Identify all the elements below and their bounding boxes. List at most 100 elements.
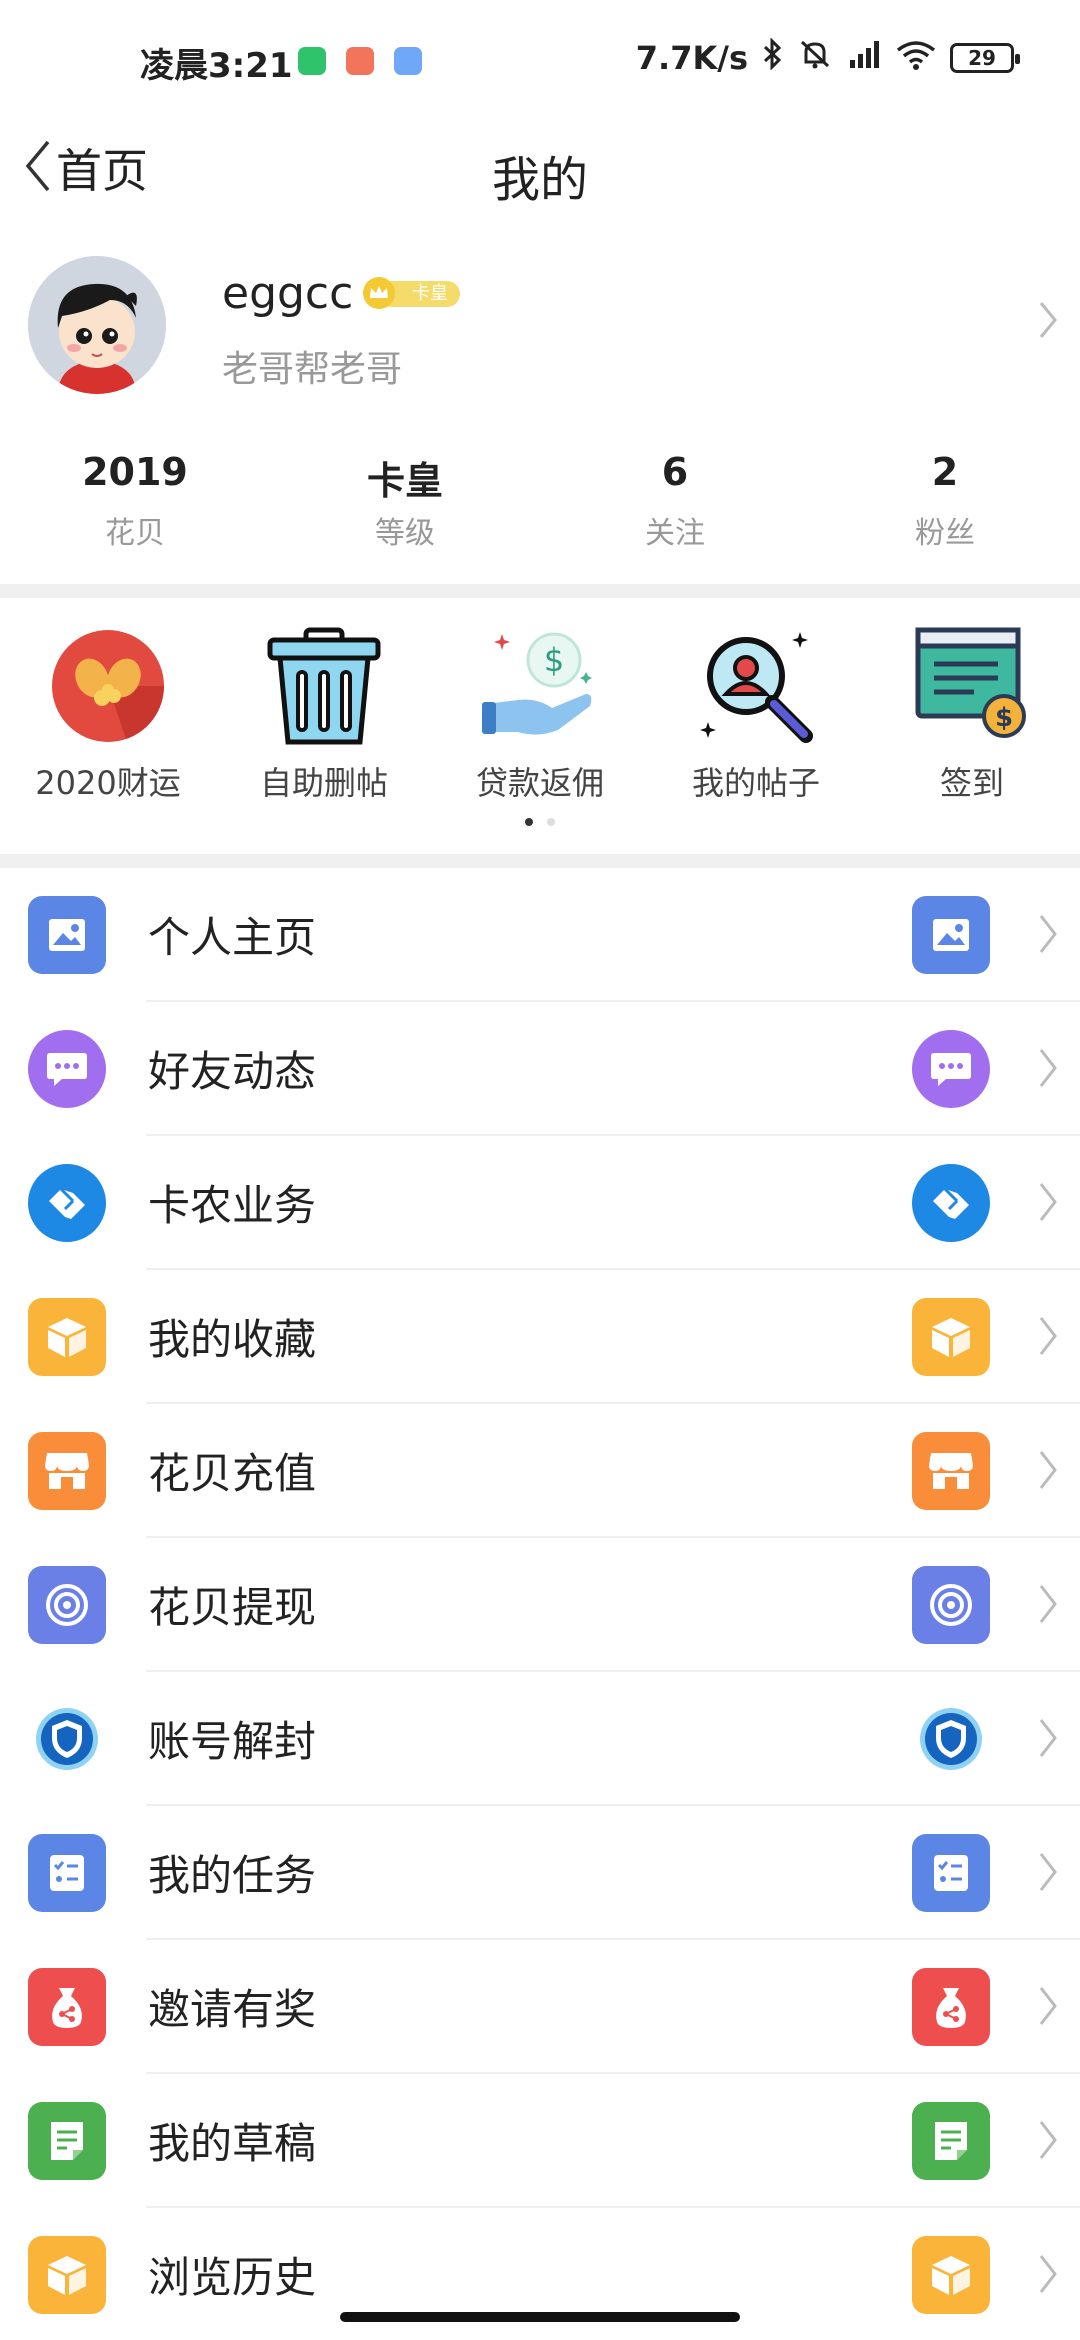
chevron-right-icon — [1038, 1984, 1058, 2032]
menu-item[interactable]: 卡农业务 — [0, 1136, 1080, 1270]
quick-action-delete-post[interactable]: 自助删帖 — [224, 624, 424, 804]
status-indicators: 7.7K/s 29 — [635, 37, 1020, 78]
wechat-icon — [298, 47, 326, 75]
menu-item[interactable]: 我的收藏 — [0, 1270, 1080, 1404]
menu-item[interactable]: 个人主页 — [0, 868, 1080, 1002]
menu-item[interactable]: 我的任务 — [0, 1806, 1080, 1940]
menu-item-label: 卡农业务 — [148, 1181, 317, 1230]
gift-bag-icon — [912, 1968, 990, 2046]
draft-icon — [912, 2102, 990, 2180]
network-speed: 7.7K/s — [635, 39, 748, 77]
task-icon — [912, 1834, 990, 1912]
trash-icon — [262, 624, 386, 748]
page-title: 我的 — [491, 152, 588, 208]
image-icon — [912, 896, 990, 974]
chevron-right-icon — [1038, 1448, 1058, 1496]
chevron-right-icon — [1038, 300, 1058, 344]
stat-following[interactable]: 6 关注 — [540, 450, 810, 560]
box-icon — [28, 2236, 106, 2314]
menu-item[interactable]: 我的草稿 — [0, 2074, 1080, 2208]
stat-points[interactable]: 2019 花贝 — [0, 450, 270, 560]
my-posts-icon — [694, 624, 818, 748]
status-bar: 凌晨3:21 7.7K/s 29 — [0, 0, 1080, 120]
box-icon — [912, 1298, 990, 1376]
quick-action-label: 我的帖子 — [691, 764, 820, 802]
quick-action-my-posts[interactable]: 我的帖子 — [656, 624, 856, 804]
quick-action-label: 2020财运 — [35, 764, 181, 802]
quick-action-label: 自助删帖 — [259, 764, 388, 802]
wifi-icon — [896, 38, 936, 78]
navigation-bar: 首页 我的 — [0, 120, 1080, 216]
stat-label: 粉丝 — [915, 516, 975, 551]
menu-item-label: 个人主页 — [148, 913, 317, 962]
menu-item-label: 我的草稿 — [148, 2119, 317, 2168]
status-time: 凌晨3:21 — [140, 46, 293, 86]
quick-action-loan-rebate[interactable]: $ 贷款返佣 — [440, 624, 640, 804]
app-notification-icon-2 — [394, 47, 422, 75]
swirl-icon — [912, 1566, 990, 1644]
handshake-icon — [912, 1164, 990, 1242]
shop-icon — [912, 1432, 990, 1510]
chevron-right-icon — [1038, 1046, 1058, 1094]
battery-indicator: 29 — [950, 43, 1020, 73]
chevron-right-icon — [1038, 912, 1058, 960]
loan-rebate-icon: $ — [478, 624, 602, 748]
stat-label: 关注 — [645, 516, 705, 551]
page-dot-active — [525, 818, 533, 826]
image-icon — [28, 896, 106, 974]
menu-item-label: 我的任务 — [148, 1851, 317, 1900]
shop-icon — [28, 1432, 106, 1510]
menu-item-label: 好友动态 — [148, 1047, 317, 1096]
stat-label: 花贝 — [105, 516, 165, 551]
menu-item-label: 我的收藏 — [148, 1315, 317, 1364]
chat-icon — [912, 1030, 990, 1108]
stat-label: 等级 — [375, 516, 435, 551]
profile-card[interactable]: eggcc 卡皇 老哥帮老哥 — [0, 250, 1080, 400]
menu-item[interactable]: 花贝充值 — [0, 1404, 1080, 1538]
mute-icon — [798, 38, 832, 78]
quick-action-checkin[interactable]: $ 签到 — [872, 624, 1072, 804]
stat-level[interactable]: 卡皇 等级 — [270, 450, 540, 560]
box-icon — [912, 2236, 990, 2314]
avatar[interactable] — [28, 256, 166, 394]
box-icon — [28, 1298, 106, 1376]
quick-action-label: 签到 — [939, 764, 1004, 802]
crown-icon — [362, 276, 396, 310]
chat-icon — [28, 1030, 106, 1108]
menu-list: 个人主页好友动态卡农业务我的收藏花贝充值花贝提现 账号解封我的任务邀请有奖我的草稿… — [0, 868, 1080, 2340]
shield-icon — [28, 1700, 106, 1778]
menu-item[interactable]: 花贝提现 — [0, 1538, 1080, 1672]
stat-followers[interactable]: 2 粉丝 — [810, 450, 1080, 560]
gift-bag-icon — [28, 1968, 106, 2046]
chevron-right-icon — [1038, 1850, 1058, 1898]
page-indicator — [0, 818, 1080, 826]
stat-value: 2 — [931, 450, 959, 494]
username: eggcc — [222, 268, 354, 319]
svg-text:$: $ — [995, 703, 1013, 733]
stat-value: 卡皇 — [366, 459, 443, 503]
menu-item[interactable]: 好友动态 — [0, 1002, 1080, 1136]
home-indicator[interactable] — [340, 2312, 740, 2322]
stat-value: 6 — [661, 450, 689, 494]
bluetooth-icon — [762, 37, 784, 78]
swirl-icon — [28, 1566, 106, 1644]
quick-actions: 2020财运 自助删帖 $ 贷款返佣 我的帖子 $ 签到 — [0, 614, 1080, 854]
task-icon — [28, 1834, 106, 1912]
user-signature: 老哥帮老哥 — [222, 349, 403, 390]
quick-action-label: 贷款返佣 — [475, 764, 604, 802]
profile-stats: 2019 花贝 卡皇 等级 6 关注 2 粉丝 — [0, 450, 1080, 560]
level-badge: 卡皇 — [362, 276, 462, 310]
page-dot — [547, 818, 555, 826]
svg-text:$: $ — [544, 641, 564, 679]
chevron-right-icon — [1038, 1716, 1058, 1764]
menu-item[interactable]: 账号解封 — [0, 1672, 1080, 1806]
section-divider — [0, 584, 1080, 598]
menu-item-label: 花贝充值 — [148, 1449, 317, 1498]
app-notification-icon — [346, 47, 374, 75]
chevron-right-icon — [1038, 2118, 1058, 2166]
fortune-icon — [46, 624, 170, 748]
draft-icon — [28, 2102, 106, 2180]
menu-item[interactable]: 邀请有奖 — [0, 1940, 1080, 2074]
chevron-right-icon — [1038, 1180, 1058, 1228]
quick-action-fortune[interactable]: 2020财运 — [8, 624, 208, 804]
